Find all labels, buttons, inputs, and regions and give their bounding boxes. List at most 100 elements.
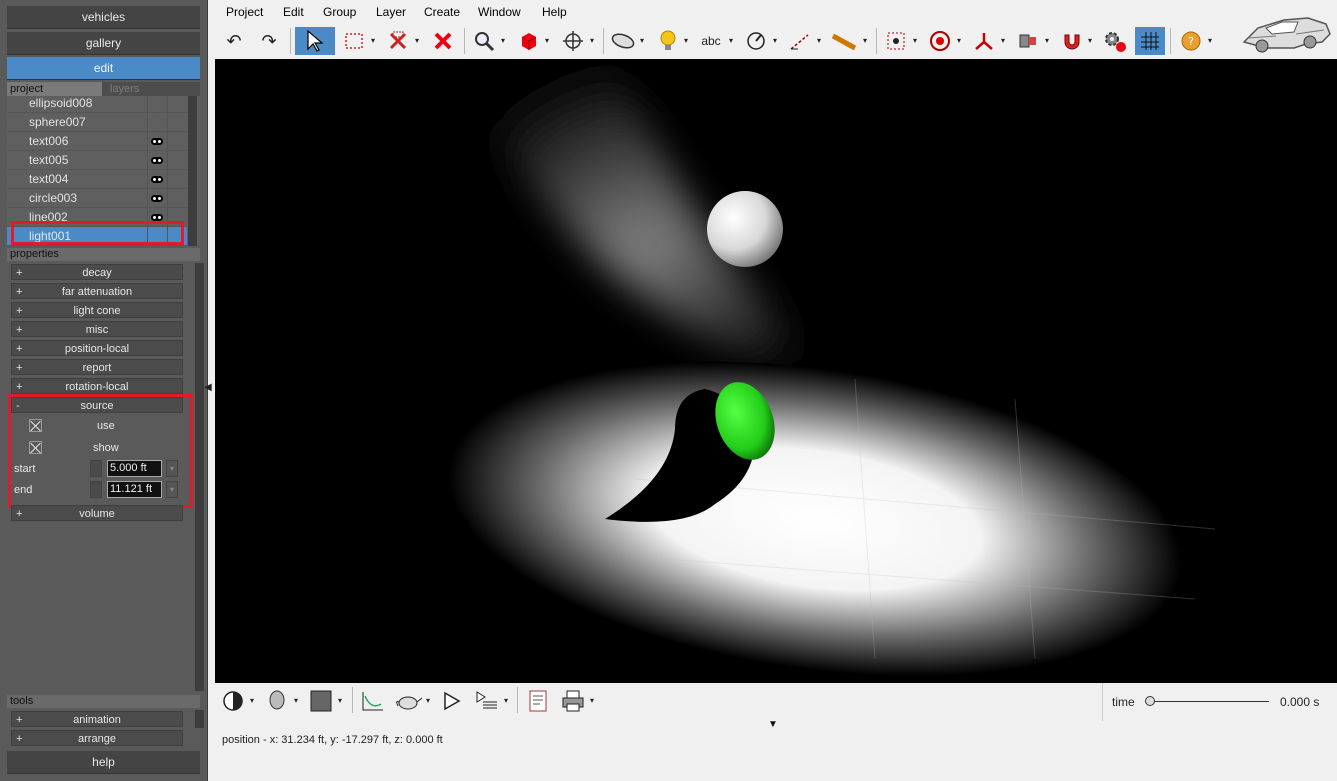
visibility-eyes-icon[interactable] bbox=[151, 138, 163, 145]
properties-scrollbar[interactable] bbox=[195, 263, 204, 691]
target-icon[interactable] bbox=[926, 27, 954, 55]
list-item[interactable]: ellipsoid008 bbox=[7, 96, 187, 113]
chevron-down-icon[interactable]: ▾ bbox=[415, 36, 419, 45]
menu-group[interactable]: Group bbox=[323, 5, 356, 19]
chevron-down-icon[interactable]: ▾ bbox=[338, 696, 342, 705]
visibility-cell[interactable] bbox=[147, 170, 165, 189]
chevron-down-icon[interactable]: ▾ bbox=[1088, 36, 1092, 45]
tool-animation[interactable]: + animation bbox=[11, 711, 183, 727]
prop-decay[interactable]: + decay bbox=[11, 264, 183, 280]
chevron-down-icon[interactable]: ▾ bbox=[545, 36, 549, 45]
zoom-icon[interactable] bbox=[470, 27, 498, 55]
teapot-icon[interactable] bbox=[394, 686, 424, 716]
time-slider-track[interactable] bbox=[1149, 701, 1269, 702]
prop-report[interactable]: + report bbox=[11, 359, 183, 375]
magnet-icon[interactable] bbox=[1058, 27, 1086, 55]
play-icon[interactable] bbox=[436, 686, 466, 716]
chevron-down-icon[interactable]: ▾ bbox=[1045, 36, 1049, 45]
visibility-eyes-icon[interactable] bbox=[151, 214, 163, 221]
graph-icon[interactable] bbox=[358, 686, 388, 716]
chevron-down-icon[interactable]: ▾ bbox=[684, 36, 688, 45]
prop-volume[interactable]: + volume bbox=[11, 505, 183, 521]
lock-cell[interactable] bbox=[167, 170, 185, 189]
chevron-down-icon[interactable]: ▾ bbox=[371, 36, 375, 45]
delete-red-icon[interactable] bbox=[429, 27, 457, 55]
list-item[interactable]: text004 bbox=[7, 170, 187, 189]
visibility-cell[interactable] bbox=[147, 151, 165, 170]
chevron-down-icon[interactable]: ▾ bbox=[957, 36, 961, 45]
chevron-down-icon[interactable]: ▾ bbox=[773, 36, 777, 45]
gallery-button[interactable]: gallery bbox=[7, 32, 200, 55]
chevron-down-icon[interactable]: ▾ bbox=[913, 36, 917, 45]
chevron-down-icon[interactable]: ▾ bbox=[817, 36, 821, 45]
play-list-icon[interactable] bbox=[472, 686, 502, 716]
project-list-scrollbar[interactable] bbox=[188, 96, 197, 246]
prop-far-attenuation[interactable]: + far attenuation bbox=[11, 283, 183, 299]
chevron-down-icon[interactable]: ▾ bbox=[1208, 36, 1212, 45]
chevron-down-icon[interactable]: ▾ bbox=[250, 696, 254, 705]
chevron-down-icon[interactable]: ▾ bbox=[640, 36, 644, 45]
chevron-down-icon[interactable]: ▾ bbox=[590, 696, 594, 705]
prop-misc[interactable]: + misc bbox=[11, 321, 183, 337]
prop-rotation-local[interactable]: + rotation-local bbox=[11, 378, 183, 394]
delete-x-icon[interactable] bbox=[384, 27, 412, 55]
chevron-down-icon[interactable]: ▾ bbox=[590, 36, 594, 45]
lock-cell[interactable] bbox=[167, 113, 185, 132]
prop-position-local[interactable]: + position-local bbox=[11, 340, 183, 356]
time-slider-handle[interactable] bbox=[1145, 696, 1155, 706]
shading-icon[interactable] bbox=[218, 686, 248, 716]
lock-cell[interactable] bbox=[167, 96, 185, 113]
move-icon[interactable] bbox=[559, 27, 587, 55]
dimension-icon[interactable] bbox=[742, 27, 770, 55]
lock-cell[interactable] bbox=[167, 189, 185, 208]
menu-window[interactable]: Window bbox=[478, 5, 521, 19]
select-arrow-icon[interactable] bbox=[295, 27, 335, 55]
edit-button[interactable]: edit bbox=[7, 57, 200, 80]
expand-arrow-icon[interactable]: ▼ bbox=[768, 719, 778, 730]
ellipse-icon[interactable] bbox=[609, 27, 637, 55]
chevron-down-icon[interactable]: ▾ bbox=[729, 36, 733, 45]
visibility-cell[interactable] bbox=[147, 189, 165, 208]
menu-layer[interactable]: Layer bbox=[376, 5, 406, 19]
visibility-cell[interactable] bbox=[147, 132, 165, 151]
menu-project[interactable]: Project bbox=[226, 5, 263, 19]
redo-icon[interactable]: ↷ bbox=[255, 27, 283, 55]
print-icon[interactable] bbox=[558, 686, 588, 716]
cube-icon[interactable] bbox=[515, 27, 543, 55]
rect-select-icon[interactable] bbox=[340, 27, 368, 55]
vehicles-button[interactable]: vehicles bbox=[7, 6, 200, 29]
chevron-down-icon[interactable]: ▾ bbox=[501, 36, 505, 45]
list-item[interactable]: text005 bbox=[7, 151, 187, 170]
visibility-cell[interactable] bbox=[147, 113, 165, 132]
lock-cell[interactable] bbox=[167, 132, 185, 151]
axis-icon[interactable] bbox=[970, 27, 998, 55]
color-swatch-icon[interactable] bbox=[306, 686, 336, 716]
help-icon[interactable]: ? bbox=[1177, 27, 1205, 55]
grid-icon[interactable] bbox=[1135, 27, 1165, 55]
visibility-eyes-icon[interactable] bbox=[151, 176, 163, 183]
light-bulb-icon[interactable] bbox=[654, 27, 682, 55]
prop-light-cone[interactable]: + light cone bbox=[11, 302, 183, 318]
tool-arrange[interactable]: + arrange bbox=[11, 730, 183, 746]
visibility-cell[interactable] bbox=[147, 96, 165, 113]
text-tool-icon[interactable]: abc bbox=[697, 27, 725, 55]
paint-icon[interactable] bbox=[1014, 27, 1042, 55]
list-item[interactable]: sphere007 bbox=[7, 113, 187, 132]
lock-cell[interactable] bbox=[167, 151, 185, 170]
tab-project[interactable]: project bbox=[7, 82, 102, 96]
list-item[interactable]: circle003 bbox=[7, 189, 187, 208]
visibility-eyes-icon[interactable] bbox=[151, 157, 163, 164]
report-icon[interactable] bbox=[523, 686, 553, 716]
measure-icon[interactable] bbox=[786, 27, 814, 55]
list-item[interactable]: text006 bbox=[7, 132, 187, 151]
menu-help[interactable]: Help bbox=[542, 5, 567, 19]
menu-edit[interactable]: Edit bbox=[283, 5, 304, 19]
chevron-down-icon[interactable]: ▾ bbox=[426, 696, 430, 705]
menu-create[interactable]: Create bbox=[424, 5, 460, 19]
snap-icon[interactable] bbox=[882, 27, 910, 55]
chevron-down-icon[interactable]: ▾ bbox=[1001, 36, 1005, 45]
3d-viewport[interactable] bbox=[215, 59, 1337, 683]
tools-scrollbar[interactable] bbox=[195, 710, 204, 728]
tab-layers[interactable]: layers bbox=[107, 82, 200, 96]
ruler-icon[interactable] bbox=[830, 27, 858, 55]
